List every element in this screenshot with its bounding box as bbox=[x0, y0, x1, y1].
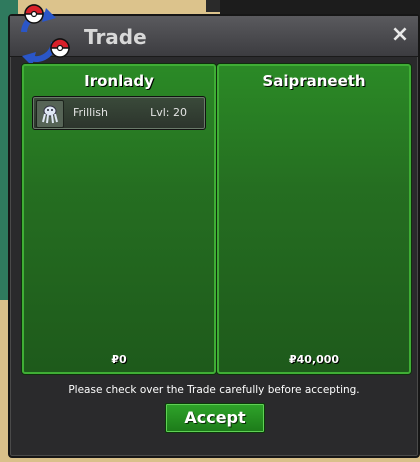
money-offer-self: ₽0 bbox=[111, 353, 127, 366]
player-name-partner: Saipraneeth bbox=[262, 72, 366, 90]
accept-button[interactable]: Accept bbox=[165, 403, 265, 433]
money-offer-partner: ₽40,000 bbox=[288, 353, 340, 366]
trade-panel-self: Ironlady Frillish Lvl: 20 ₽0 bbox=[22, 64, 216, 374]
trade-item-slot[interactable]: Frillish Lvl: 20 bbox=[32, 96, 206, 130]
frillish-sprite-icon bbox=[36, 100, 64, 128]
window-title: Trade bbox=[84, 25, 147, 49]
trade-window: Trade × Ironlady Frillish Lvl: 20 ₽0 Sai… bbox=[8, 4, 420, 458]
trade-panel-partner: Saipraneeth ₽40,000 bbox=[217, 64, 411, 374]
close-button[interactable]: × bbox=[390, 24, 410, 46]
pokemon-level: Lvl: 20 bbox=[150, 106, 187, 119]
player-name-self: Ironlady bbox=[84, 72, 154, 90]
pokemon-name: Frillish bbox=[73, 106, 108, 119]
game-world-fence-post bbox=[206, 0, 220, 12]
trade-notice: Please check over the Trade carefully be… bbox=[68, 384, 360, 396]
trade-exchange-icon bbox=[21, 4, 70, 66]
